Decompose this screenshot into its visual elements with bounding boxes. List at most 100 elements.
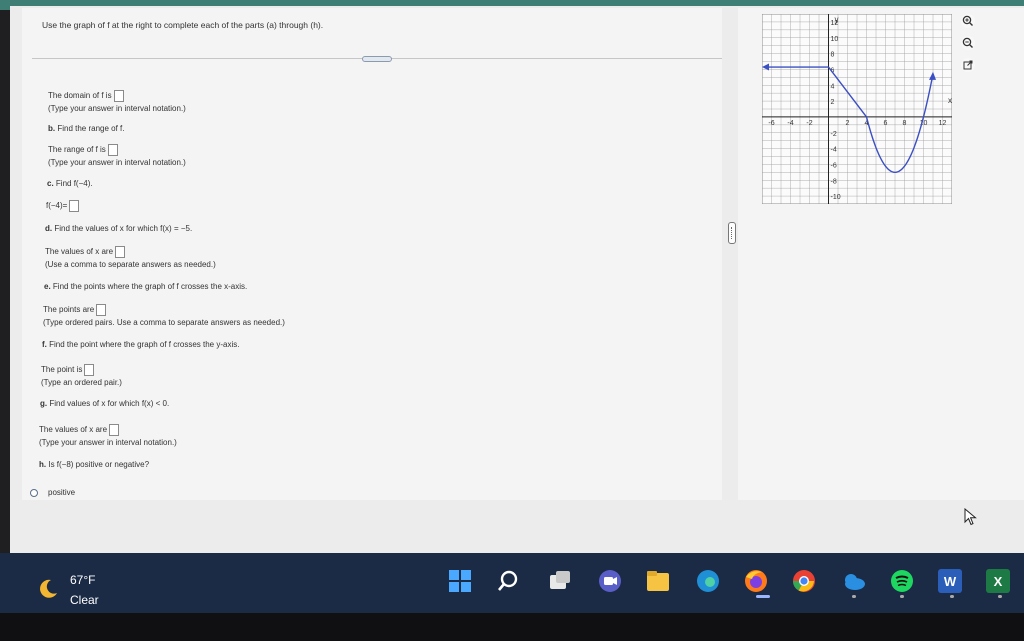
y-tick-label: -4 — [831, 147, 837, 154]
range-answer-row: The range of f is — [48, 144, 688, 156]
question-d: d. Find the values of x for which f(x) =… — [45, 224, 685, 233]
question-d-label: d. — [45, 224, 53, 233]
e-hint: (Type ordered pairs. Use a comma to sepa… — [43, 318, 285, 327]
y-tick-label: 8 — [831, 52, 835, 59]
d-answer-row: The values of x are — [45, 246, 685, 258]
question-pane: Use the graph of f at the right to compl… — [22, 8, 722, 500]
question-c-text: Find f(−4). — [55, 179, 93, 188]
domain-input[interactable] — [113, 90, 124, 102]
x-tick-label: 6 — [884, 120, 888, 127]
word-icon[interactable]: W — [936, 567, 964, 595]
domain-label: The domain of f is — [48, 91, 112, 101]
question-g-text: Find values of x for which f(x) < 0. — [49, 399, 170, 408]
firefox-active-indicator — [756, 595, 770, 598]
edge-icon[interactable] — [694, 567, 722, 595]
widgets-icon[interactable] — [546, 567, 574, 595]
y-tick-label: -10 — [831, 194, 841, 201]
question-b-text: Find the range of f. — [57, 124, 125, 133]
question-g-label: g. — [40, 399, 48, 408]
question-h: h. Is f(−8) positive or negative? — [39, 460, 679, 469]
question-g: g. Find values of x for which f(x) < 0. — [40, 399, 680, 408]
f-answer-row: The point is — [41, 364, 681, 376]
question-f: f. Find the point where the graph of f c… — [42, 340, 682, 349]
question-e: e. Find the points where the graph of f … — [44, 282, 684, 291]
domain-hint: (Type your answer in interval notation.) — [48, 104, 186, 113]
e-answer-input[interactable] — [96, 304, 107, 316]
c-answer-row: f(−4)= — [46, 200, 686, 212]
x-tick-label: 2 — [846, 120, 850, 127]
question-f-label: f. — [42, 340, 47, 349]
onedrive-icon[interactable] — [840, 567, 868, 595]
zoom-in-icon[interactable] — [961, 14, 975, 28]
x-tick-label: -6 — [768, 120, 774, 127]
excel-icon[interactable]: X — [984, 567, 1012, 595]
y-tick-label: 10 — [831, 36, 839, 43]
question-b-label: b. — [48, 124, 56, 133]
y-tick-label: 4 — [831, 83, 835, 90]
g-answer-input[interactable] — [109, 424, 120, 436]
svg-text:X: X — [994, 574, 1003, 589]
firefox-icon[interactable] — [742, 567, 770, 595]
excel-indicator — [998, 595, 1002, 598]
y-tick-label: -8 — [831, 178, 837, 185]
spotify-icon[interactable] — [888, 567, 916, 595]
svg-text:W: W — [944, 574, 957, 589]
question-c-label: c. — [47, 179, 54, 188]
c-answer-label: f(−4)= — [46, 201, 68, 211]
question-h-label: h. — [39, 460, 47, 469]
collapse-handle[interactable] — [362, 56, 392, 62]
d-hint: (Use a comma to separate answers as need… — [45, 260, 216, 269]
question-b: b. Find the range of f. — [48, 124, 688, 133]
question-f-text: Find the point where the graph of f cros… — [49, 340, 240, 349]
y-axis-label: y — [835, 15, 839, 24]
pane-splitter[interactable] — [728, 222, 736, 244]
x-tick-label: 8 — [903, 120, 907, 127]
positive-radio[interactable] — [30, 488, 38, 497]
zoom-out-icon[interactable] — [961, 36, 975, 50]
instruction-text: Use the graph of f at the right to compl… — [42, 20, 324, 30]
range-label: The range of f is — [48, 145, 106, 155]
f-answer-label: The point is — [41, 365, 83, 375]
chrome-icon[interactable] — [790, 567, 818, 595]
y-tick-label: -2 — [831, 131, 837, 138]
external-link-icon[interactable] — [961, 58, 975, 72]
screen-bezel — [0, 613, 1024, 641]
weather-condition: Clear — [70, 593, 99, 607]
question-h-text: Is f(−8) positive or negative? — [48, 460, 150, 469]
question-e-label: e. — [44, 282, 51, 291]
e-answer-row: The points are — [43, 304, 683, 316]
search-icon[interactable] — [494, 567, 522, 595]
g-answer-row: The values of x are — [39, 424, 679, 436]
d-answer-input[interactable] — [115, 246, 126, 258]
option-positive-row[interactable]: positive — [30, 488, 75, 497]
f-answer-input[interactable] — [84, 364, 95, 376]
teams-meet-icon[interactable] — [596, 567, 624, 595]
onedrive-indicator — [852, 595, 856, 598]
c-answer-input[interactable] — [69, 200, 80, 212]
range-input[interactable] — [107, 144, 118, 156]
y-tick-label: -6 — [831, 162, 837, 169]
option-positive-label: positive — [48, 488, 76, 497]
f-hint: (Type an ordered pair.) — [41, 378, 122, 387]
x-tick-label: -4 — [787, 120, 793, 127]
x-tick-label: -2 — [806, 120, 812, 127]
y-tick-label: 2 — [831, 99, 835, 106]
screen: Use the graph of f at the right to compl… — [0, 0, 1024, 641]
g-answer-label: The values of x are — [39, 425, 108, 435]
range-hint: (Type your answer in interval notation.) — [48, 158, 186, 167]
g-hint: (Type your answer in interval notation.) — [39, 438, 177, 447]
d-answer-label: The values of x are — [45, 247, 114, 257]
question-d-text: Find the values of x for which f(x) = −5… — [54, 224, 193, 233]
taskbar: 67°F Clear W X — [0, 553, 1024, 613]
question-e-text: Find the points where the graph of f cro… — [52, 282, 248, 291]
x-tick-label: 12 — [939, 120, 947, 127]
spotify-indicator — [900, 595, 904, 598]
windows-start-icon[interactable] — [446, 567, 474, 595]
word-indicator — [950, 595, 954, 598]
graph-pane: -6 -4 -2 2 4 6 8 10 12 12 10 8 6 4 2 -2 -4 -6 -8 -10 x y — [738, 8, 1024, 500]
weather-temperature: 67°F — [70, 573, 96, 587]
mouse-cursor-icon — [964, 508, 977, 526]
moon-icon — [40, 579, 57, 598]
domain-answer-row: The domain of f is — [48, 90, 688, 102]
file-explorer-icon[interactable] — [644, 567, 672, 595]
